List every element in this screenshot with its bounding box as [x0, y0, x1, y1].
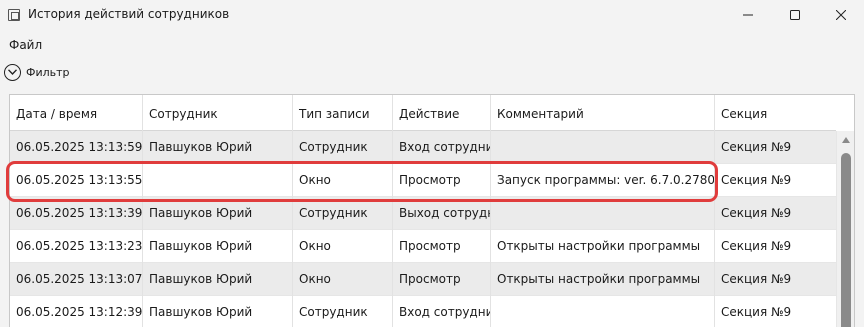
- table-row[interactable]: 06.05.2025 13:13:39 Павшуков Юрий Сотруд…: [10, 197, 836, 230]
- app-icon: [8, 9, 20, 21]
- table-row[interactable]: 06.05.2025 13:13:59 Павшуков Юрий Сотруд…: [10, 131, 836, 164]
- cell-record-type: Окно: [293, 263, 393, 296]
- cell-datetime: 06.05.2025 13:13:39: [10, 197, 143, 230]
- cell-record-type: Сотрудник: [293, 197, 393, 230]
- column-header-employee[interactable]: Сотрудник: [143, 95, 293, 131]
- cell-section: Секция №9: [721, 206, 792, 220]
- filter-label[interactable]: Фильтр: [26, 66, 70, 79]
- cell-comment: Открыты настройки программы: [491, 263, 715, 296]
- column-header-action[interactable]: Действие: [393, 95, 491, 131]
- close-icon: [836, 10, 846, 20]
- cell-action: Вход сотрудник: [393, 131, 491, 164]
- menu-file[interactable]: Файл: [9, 38, 42, 52]
- cell-action: Просмотр: [393, 164, 491, 197]
- chevron-down-circle-icon[interactable]: [4, 63, 21, 81]
- table-header: Дата / время Сотрудник Тип записи Действ…: [10, 95, 836, 131]
- cell-action: Выход сотрудни: [393, 197, 491, 230]
- cell-action: Просмотр: [393, 230, 491, 263]
- cell-datetime: 06.05.2025 13:13:59: [10, 131, 143, 164]
- cell-employee: Павшуков Юрий: [143, 230, 293, 263]
- cell-datetime: 06.05.2025 13:13:07: [10, 263, 143, 296]
- table-row[interactable]: 06.05.2025 13:13:23 Павшуков Юрий Окно П…: [10, 230, 836, 263]
- cell-employee: Павшуков Юрий: [143, 296, 293, 327]
- column-header-section[interactable]: Секция: [715, 95, 836, 131]
- cell-record-type: Окно: [293, 230, 393, 263]
- cell-section: Секция №9: [721, 173, 792, 187]
- title-bar[interactable]: История действий сотрудников: [0, 0, 864, 30]
- cell-datetime: 06.05.2025 13:13:55: [10, 164, 143, 197]
- cell-comment: [491, 197, 715, 230]
- close-button[interactable]: [818, 0, 864, 30]
- cell-record-type: Сотрудник: [293, 131, 393, 164]
- cell-comment: Открыты настройки программы: [491, 230, 715, 263]
- minimize-button[interactable]: [725, 0, 771, 30]
- cell-section: Секция №9: [721, 305, 792, 319]
- cell-employee: Павшуков Юрий: [143, 197, 293, 230]
- cell-action: Просмотр: [393, 263, 491, 296]
- cell-employee: [143, 164, 293, 197]
- column-header-comment[interactable]: Комментарий: [491, 95, 715, 131]
- maximize-button[interactable]: [772, 0, 818, 30]
- scroll-thumb[interactable]: [841, 153, 851, 327]
- minimize-icon: [743, 14, 753, 16]
- cell-section: Секция №9: [721, 272, 792, 286]
- scroll-up-arrow-icon[interactable]: [842, 137, 850, 143]
- cell-action: Вход сотрудник: [393, 296, 491, 327]
- table-row[interactable]: 06.05.2025 13:13:55 Окно Просмотр Запуск…: [10, 164, 836, 197]
- table-row[interactable]: 06.05.2025 13:12:39 Павшуков Юрий Сотруд…: [10, 296, 836, 327]
- cell-comment: Запуск программы: ver. 6.7.0.2780 (x86): [491, 164, 715, 197]
- window-title: История действий сотрудников: [28, 7, 230, 21]
- table-row[interactable]: 06.05.2025 13:13:07 Павшуков Юрий Окно П…: [10, 263, 836, 296]
- history-table: Дата / время Сотрудник Тип записи Действ…: [9, 94, 855, 327]
- cell-datetime: 06.05.2025 13:12:39: [10, 296, 143, 327]
- cell-record-type: Сотрудник: [293, 296, 393, 327]
- cell-section: Секция №9: [721, 140, 792, 154]
- filter-bar: Фильтр: [4, 62, 70, 82]
- cell-section: Секция №9: [721, 239, 792, 253]
- cell-employee: Павшуков Юрий: [143, 263, 293, 296]
- cell-comment: [491, 296, 715, 327]
- column-header-datetime[interactable]: Дата / время: [10, 95, 143, 131]
- maximize-icon: [790, 10, 800, 20]
- cell-employee: Павшуков Юрий: [143, 131, 293, 164]
- column-header-record-type[interactable]: Тип записи: [293, 95, 393, 131]
- vertical-scrollbar[interactable]: [836, 131, 854, 327]
- cell-datetime: 06.05.2025 13:13:23: [10, 230, 143, 263]
- cell-record-type: Окно: [293, 164, 393, 197]
- cell-comment: [491, 131, 715, 164]
